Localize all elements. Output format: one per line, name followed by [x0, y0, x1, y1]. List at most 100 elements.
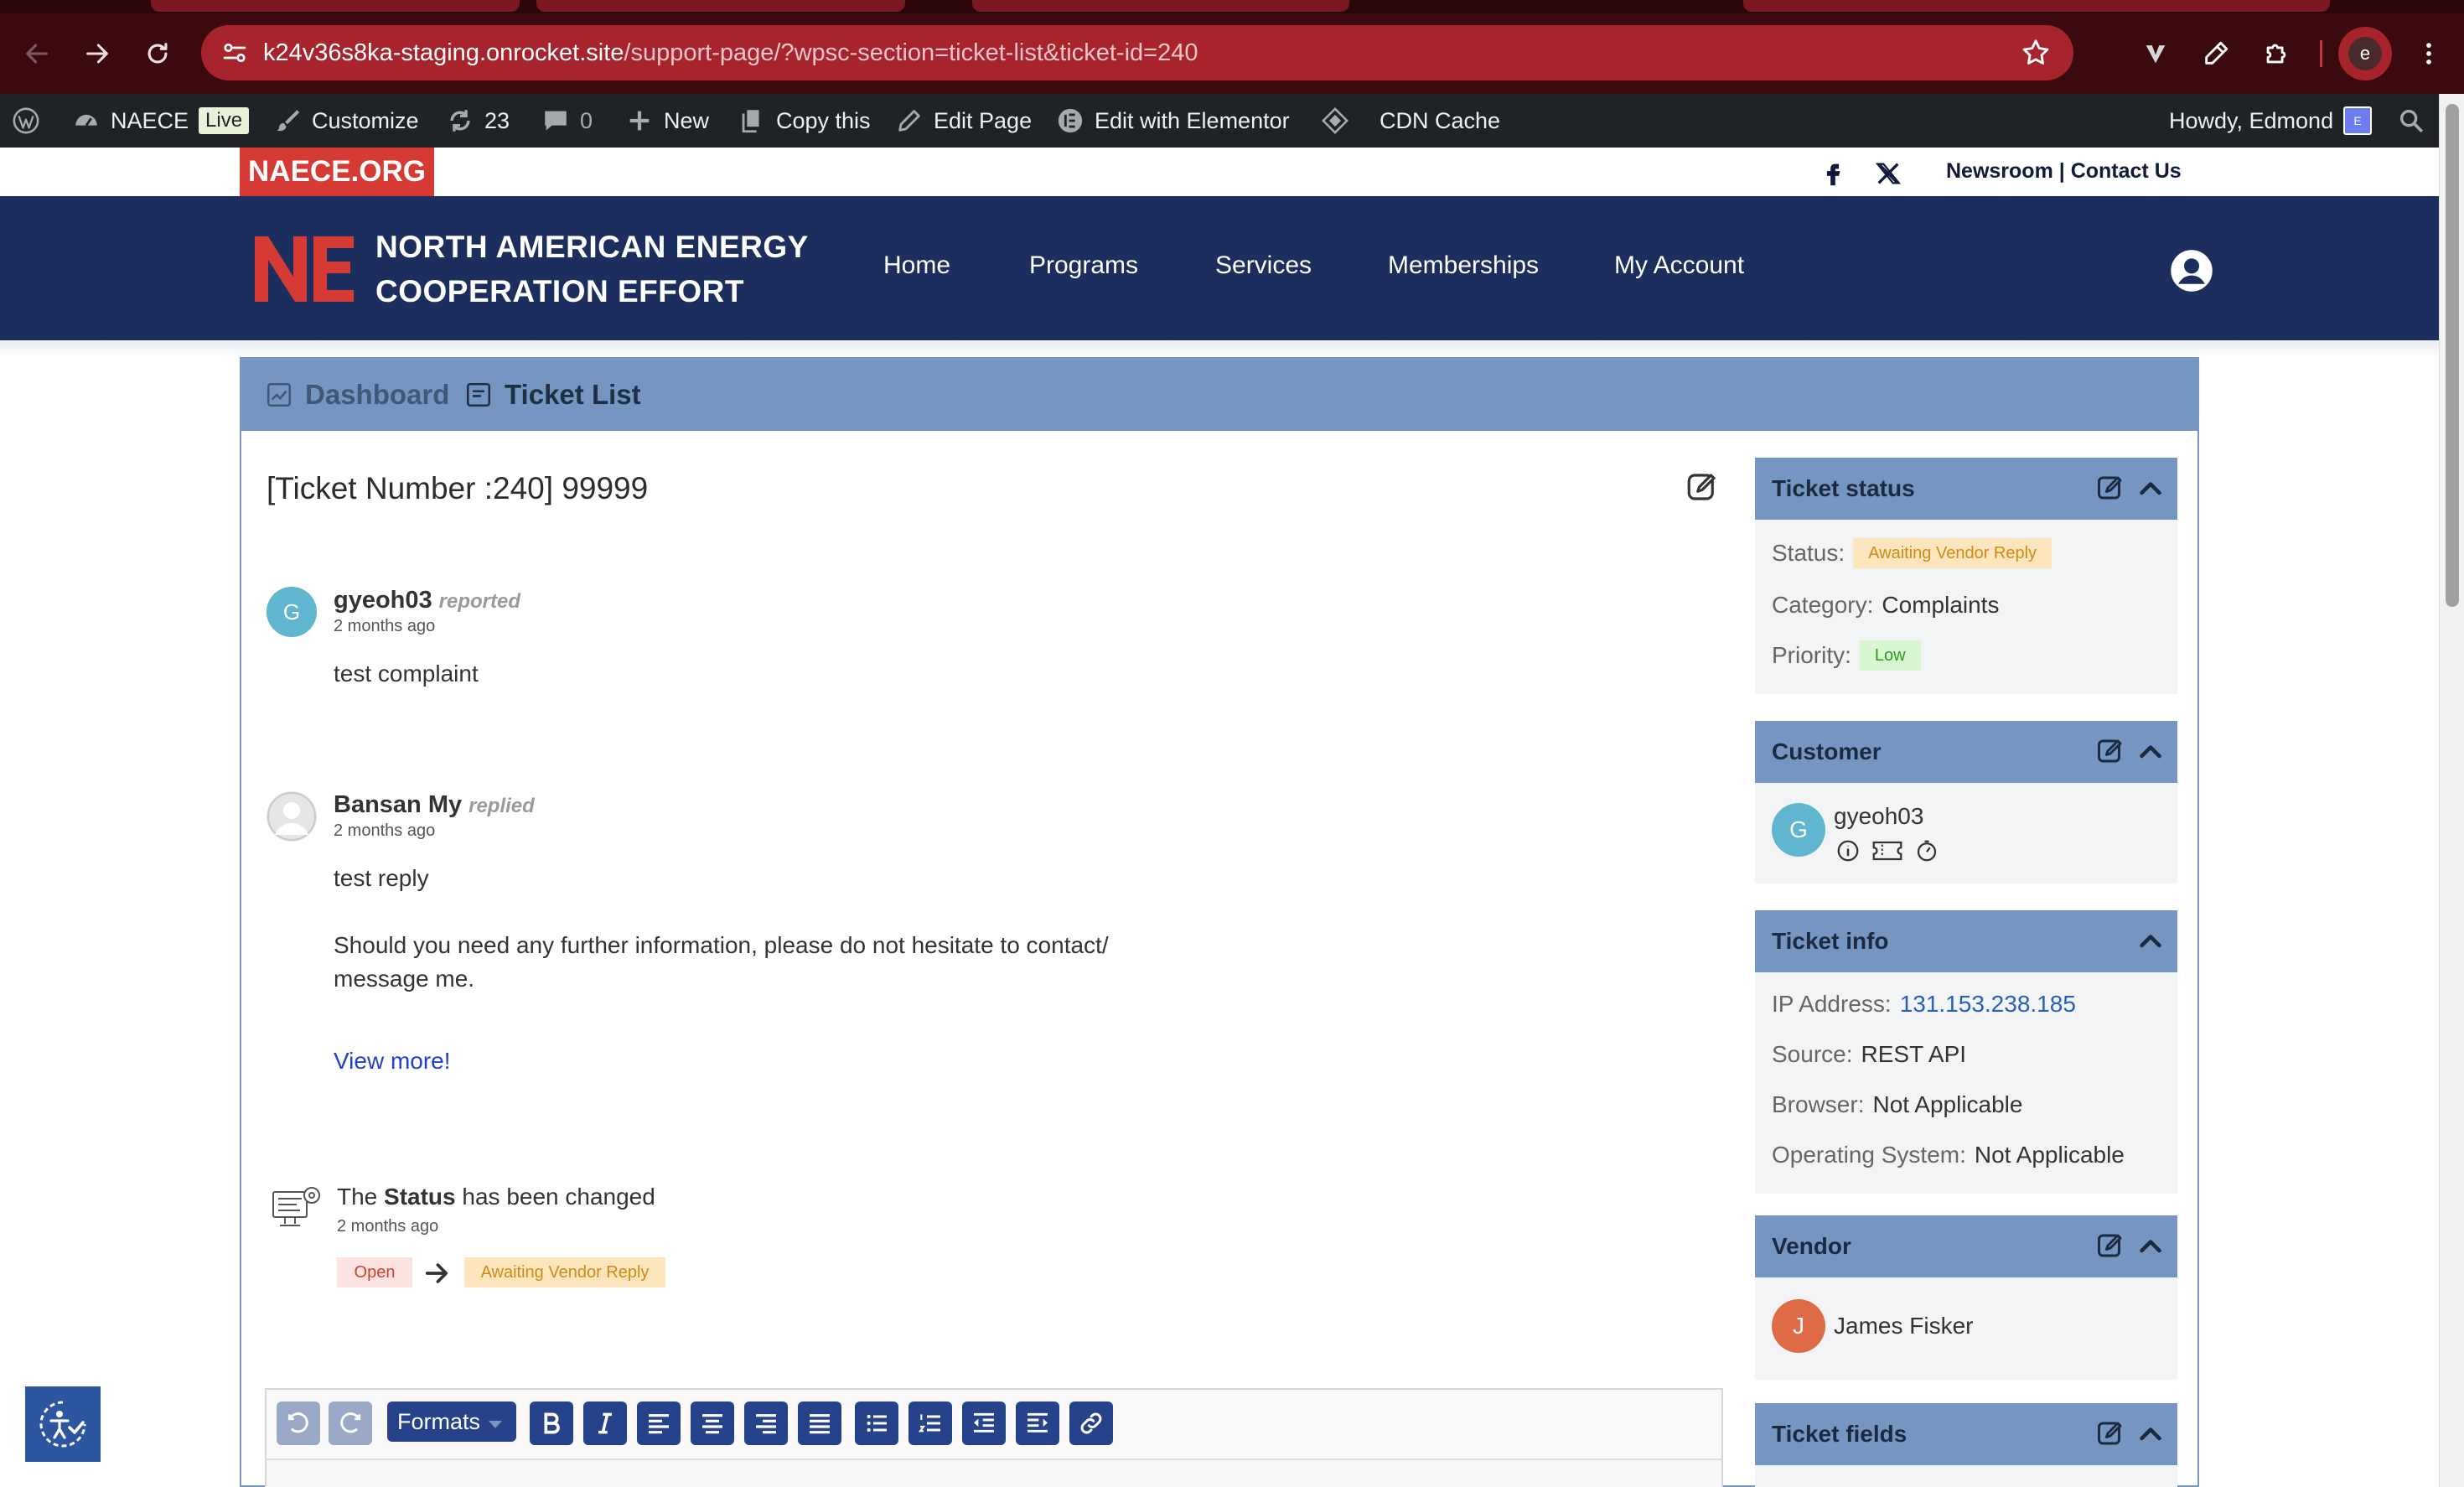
chevron-up-icon[interactable]	[2135, 925, 2166, 956]
vendor-name[interactable]: James Fisker	[1834, 1313, 1973, 1339]
ticket-icon[interactable]	[1869, 838, 1906, 863]
bullet-list-button[interactable]	[855, 1402, 898, 1445]
forward-button[interactable]	[75, 32, 119, 75]
extension-button[interactable]	[2134, 32, 2177, 75]
italic-button[interactable]	[583, 1402, 627, 1445]
align-right-button[interactable]	[744, 1402, 788, 1445]
puzzle-icon	[2266, 44, 2286, 64]
wp-edit-page[interactable]: Edit Page	[895, 94, 1032, 148]
wp-customize[interactable]: Customize	[273, 94, 419, 148]
browser-tab[interactable]	[151, 0, 520, 12]
edit-icon[interactable]	[2095, 1418, 2125, 1448]
page-scrollbar[interactable]	[2439, 94, 2464, 1487]
nav-memberships[interactable]: Memberships	[1388, 251, 1539, 280]
widget-customer: Customer G gyeoh03	[1755, 721, 2177, 883]
customer-name[interactable]: gyeoh03	[1834, 803, 1923, 830]
wp-updates[interactable]: 23	[446, 94, 510, 148]
info-icon[interactable]	[1834, 838, 1862, 863]
redo-button[interactable]	[329, 1402, 372, 1445]
bookmark-star-icon[interactable]	[2020, 37, 2052, 69]
profile-avatar[interactable]: e	[2348, 37, 2382, 70]
wp-search[interactable]	[2397, 94, 2425, 148]
site-settings-icon[interactable]	[220, 38, 250, 68]
browser-tab[interactable]	[972, 0, 1349, 12]
indent-button[interactable]	[1016, 1402, 1059, 1445]
stopwatch-icon[interactable]	[1913, 838, 1941, 863]
ip-label: IP Address:	[1772, 991, 1892, 1017]
formats-dropdown[interactable]: Formats	[387, 1402, 516, 1442]
thread-author[interactable]: gyeoh03 reported	[334, 587, 520, 614]
status-label: Status:	[1772, 540, 1845, 566]
thread-avatar[interactable]: G	[267, 587, 317, 637]
tab-dashboard[interactable]: Dashboard	[265, 359, 449, 431]
nav-my-account[interactable]: My Account	[1614, 251, 1744, 280]
list-doc-icon	[466, 382, 491, 407]
top-links[interactable]: Newsroom | Contact Us	[1946, 159, 2182, 184]
nav-programs[interactable]: Programs	[1029, 251, 1138, 280]
x-twitter-icon[interactable]	[1874, 159, 1902, 188]
kebab-menu-icon	[2426, 43, 2431, 65]
wp-logo-menu[interactable]	[12, 94, 40, 148]
numbered-list-button[interactable]	[908, 1402, 952, 1445]
reply-editor[interactable]: Formats	[265, 1388, 1723, 1487]
edit-icon[interactable]	[1685, 469, 1720, 505]
url-text[interactable]: k24v36s8ka-staging.onrocket.site/support…	[263, 37, 1198, 69]
wp-copy-this-label: Copy this	[776, 107, 871, 133]
site-tag[interactable]: NAECE.ORG	[240, 148, 434, 196]
org-name[interactable]: NORTH AMERICAN ENERGY COOPERATION EFFORT	[375, 225, 809, 313]
chevron-up-icon[interactable]	[2135, 736, 2166, 766]
wp-cdn-cache[interactable]: CDN Cache	[1321, 94, 1500, 148]
reload-button[interactable]	[136, 32, 179, 75]
org-name-line2: COOPERATION EFFORT	[375, 274, 744, 308]
align-left-button[interactable]	[637, 1402, 681, 1445]
facebook-icon[interactable]	[1819, 159, 1847, 188]
chevron-up-icon[interactable]	[2135, 1231, 2166, 1261]
browser-tab[interactable]	[1743, 0, 2330, 12]
chevron-up-icon[interactable]	[2135, 1418, 2166, 1448]
widget-vendor: Vendor J James Fisker	[1755, 1215, 2177, 1380]
wp-edit-elementor[interactable]: Edit with Elementor	[1056, 94, 1290, 148]
nav-home[interactable]: Home	[883, 251, 950, 280]
redo-icon	[340, 1412, 361, 1433]
edit-icon[interactable]	[2095, 1231, 2125, 1261]
live-badge: Live	[199, 107, 250, 134]
site-header: NORTH AMERICAN ENERGY COOPERATION EFFORT…	[0, 196, 2439, 340]
wp-site-name[interactable]: NAECE Live	[72, 94, 250, 148]
vendor-avatar[interactable]: J	[1772, 1299, 1825, 1353]
edit-icon[interactable]	[2095, 473, 2125, 503]
chevron-up-icon[interactable]	[2135, 473, 2166, 503]
browser-menu-button[interactable]	[2407, 32, 2451, 75]
thread-verb: reported	[438, 590, 521, 613]
undo-icon	[287, 1412, 308, 1433]
extension-button[interactable]	[2194, 32, 2238, 75]
ne-logo-icon[interactable]	[251, 231, 355, 305]
align-justify-button[interactable]	[798, 1402, 841, 1445]
user-account-icon[interactable]	[2169, 248, 2214, 293]
nav-services[interactable]: Services	[1215, 251, 1312, 280]
wp-copy-this[interactable]: Copy this	[738, 94, 871, 148]
thread-author[interactable]: Bansan My replied	[334, 791, 535, 819]
outdent-button[interactable]	[962, 1402, 1006, 1445]
accessibility-button[interactable]	[25, 1386, 101, 1462]
scrollbar-thumb[interactable]	[2446, 104, 2459, 607]
thread-avatar[interactable]	[267, 791, 317, 842]
wp-comments[interactable]: 0	[541, 94, 593, 148]
ip-value-link[interactable]: 131.153.238.185	[1900, 991, 2076, 1018]
insert-link-button[interactable]	[1069, 1402, 1113, 1445]
undo-button[interactable]	[277, 1402, 320, 1445]
address-bar[interactable]: k24v36s8ka-staging.onrocket.site/support…	[201, 25, 2073, 80]
wp-account-menu[interactable]: Howdy, Edmond E	[2169, 94, 2373, 148]
customer-avatar[interactable]: G	[1772, 803, 1825, 857]
view-more-link[interactable]: View more!	[334, 1048, 451, 1075]
wp-new-content[interactable]: New	[625, 94, 709, 148]
edit-icon[interactable]	[2095, 736, 2125, 766]
bold-button[interactable]	[530, 1402, 573, 1445]
plus-icon	[629, 111, 650, 131]
tab-ticket-list[interactable]: Ticket List	[464, 359, 641, 431]
align-center-button[interactable]	[691, 1402, 734, 1445]
extensions-button[interactable]	[2254, 32, 2298, 75]
wp-comments-count: 0	[580, 107, 593, 133]
browser-tab[interactable]	[536, 0, 905, 12]
back-button[interactable]	[15, 32, 59, 75]
widget-title: Vendor	[1772, 1233, 1851, 1259]
